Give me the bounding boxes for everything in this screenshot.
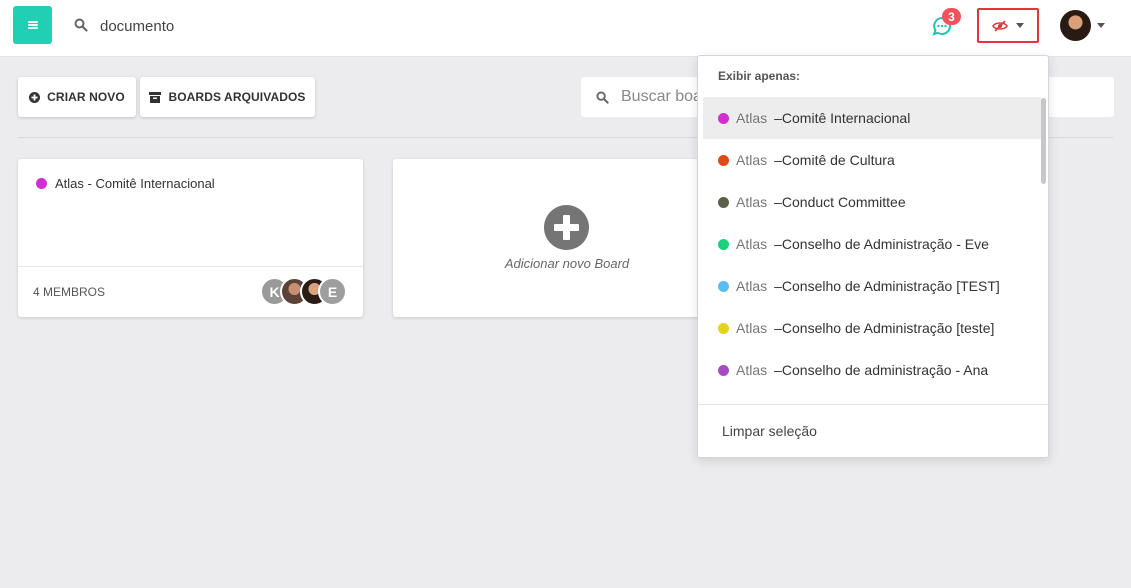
members-count: 4 MEMBROS [33, 285, 106, 299]
hamburger-icon [27, 21, 38, 29]
search-icon [596, 91, 609, 104]
item-name: –Conselho de Administração [teste] [774, 320, 995, 336]
chevron-down-icon [1016, 23, 1024, 28]
member-avatars[interactable]: K E [260, 277, 350, 307]
add-board-label: Adicionar novo Board [504, 256, 630, 271]
eye-slash-icon [992, 19, 1008, 32]
board-color-dot [718, 322, 729, 334]
item-prefix: Atlas [736, 320, 768, 336]
archive-icon [149, 91, 162, 103]
item-name: –Conselho de Administração - Eve [774, 236, 989, 252]
item-name: –Conduct Committee [774, 194, 906, 210]
item-name: –Conselho de administração - Ana [774, 362, 989, 378]
clear-selection-button[interactable]: Limpar seleção [722, 423, 817, 439]
archived-boards-button[interactable]: BOARDS ARQUIVADOS [140, 77, 315, 117]
item-prefix: Atlas [736, 152, 768, 168]
dropdown-header: Exibir apenas: [718, 69, 801, 83]
board-color-dot [718, 280, 729, 292]
create-board-label: CRIAR NOVO [47, 90, 125, 104]
dropdown-item[interactable]: Atlas –Comitê Internacional [703, 97, 1041, 139]
avatar [1060, 9, 1091, 41]
item-name: –Comitê Internacional [774, 110, 911, 126]
dropdown-scrollbar[interactable] [1041, 98, 1046, 184]
dropdown-item[interactable]: Atlas –Conselho de Administração [TEST] [703, 265, 1041, 307]
board-card[interactable]: Atlas - Comitê Internacional 4 MEMBROS K… [18, 159, 363, 317]
member-avatar: E [318, 277, 347, 306]
plus-circle-icon [29, 91, 41, 103]
board-color-dot [36, 178, 47, 189]
dropdown-item[interactable]: Atlas –Conselho de Administração [teste] [703, 307, 1041, 349]
user-menu-button[interactable] [1060, 9, 1108, 41]
item-prefix: Atlas [736, 110, 768, 126]
filter-dropdown: Exibir apenas: Atlas –Comitê Internacion… [697, 55, 1049, 458]
item-prefix: Atlas [736, 362, 768, 378]
search-icon [74, 18, 88, 32]
dropdown-divider [698, 404, 1048, 405]
board-color-dot [718, 154, 729, 166]
item-prefix: Atlas [736, 194, 768, 210]
menu-button[interactable] [13, 6, 52, 44]
chevron-down-icon [1097, 22, 1105, 28]
dropdown-item[interactable]: Atlas –Conduct Committee [703, 181, 1041, 223]
top-bar: 3 [0, 0, 1131, 57]
dropdown-list: Atlas –Comitê Internacional Atlas –Comit… [703, 97, 1041, 391]
add-board-card[interactable]: Adicionar novo Board [393, 159, 738, 317]
card-divider [18, 266, 363, 267]
notification-badge: 3 [942, 8, 961, 25]
board-color-dot [718, 112, 729, 124]
board-color-dot [718, 238, 729, 250]
board-color-dot [718, 364, 729, 376]
create-board-button[interactable]: CRIAR NOVO [18, 77, 136, 117]
dropdown-item[interactable]: Atlas –Conselho de Administração - Eve [703, 223, 1041, 265]
global-search-input[interactable] [100, 14, 360, 38]
plus-circle-icon [544, 205, 589, 250]
dropdown-item[interactable]: Atlas –Comitê de Cultura [703, 139, 1041, 181]
item-prefix: Atlas [736, 236, 768, 252]
board-filter-button[interactable] [977, 8, 1039, 43]
item-name: –Conselho de Administração [TEST] [774, 278, 1000, 294]
archived-boards-label: BOARDS ARQUIVADOS [168, 90, 306, 104]
item-name: –Comitê de Cultura [774, 152, 895, 168]
board-title: Atlas - Comitê Internacional [55, 176, 215, 191]
board-title-row: Atlas - Comitê Internacional [36, 176, 215, 191]
board-color-dot [718, 196, 729, 208]
dropdown-item[interactable]: Atlas –Conselho de administração - Ana [703, 349, 1041, 391]
item-prefix: Atlas [736, 278, 768, 294]
